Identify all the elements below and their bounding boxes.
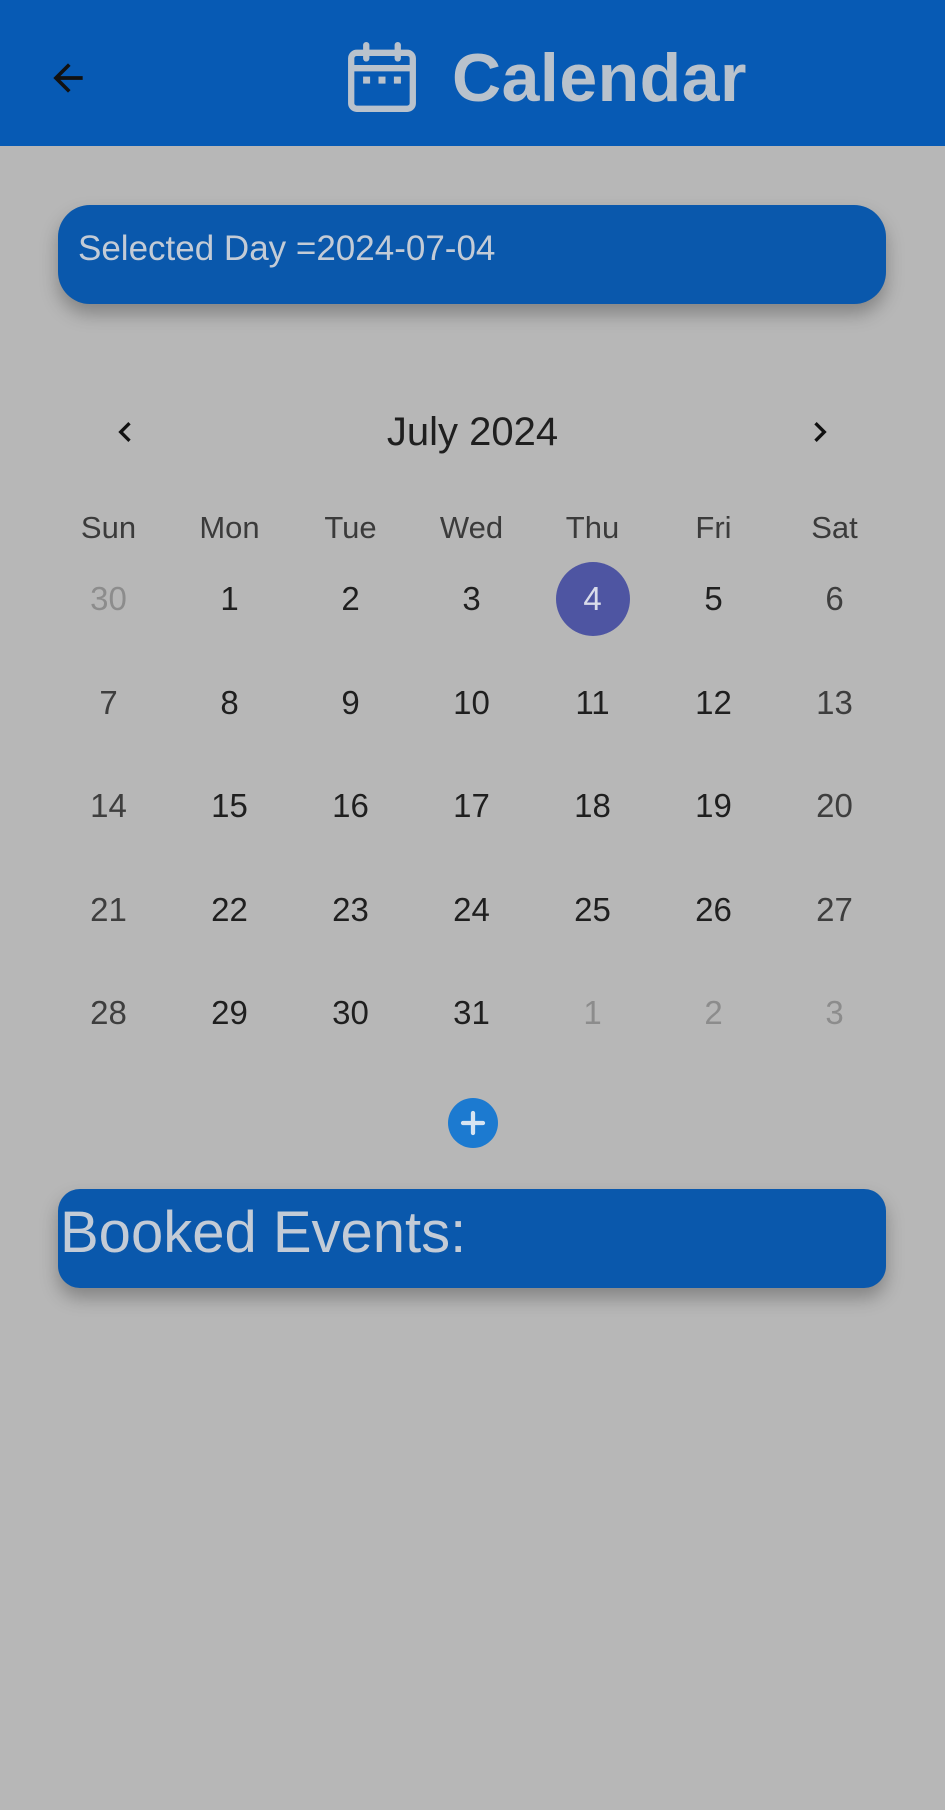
day-cell[interactable]: 10 <box>411 664 532 742</box>
day-cell[interactable]: 28 <box>48 974 169 1052</box>
day-cell[interactable]: 30 <box>48 560 169 638</box>
day-cell[interactable]: 3 <box>774 974 895 1052</box>
day-number: 8 <box>220 683 239 721</box>
booked-events-heading: Booked Events: <box>60 1200 467 1265</box>
day-number: 3 <box>825 994 844 1031</box>
day-number: 12 <box>695 683 732 721</box>
day-number: 30 <box>332 994 369 1031</box>
add-event-button[interactable] <box>448 1098 498 1148</box>
day-cell[interactable]: 25 <box>532 871 653 949</box>
weekday-label: Mon <box>199 510 260 545</box>
weekday-header: Sun Mon Tue Wed Thu Fri Sat <box>48 510 895 560</box>
weekday-label: Tue <box>324 510 377 545</box>
day-cell[interactable]: 27 <box>774 871 895 949</box>
day-cell[interactable]: 1 <box>532 974 653 1052</box>
day-number: 19 <box>695 787 732 824</box>
app-bar: Calendar <box>0 0 945 146</box>
calendar-icon <box>348 41 416 112</box>
day-number: 2 <box>704 994 723 1031</box>
day-cell[interactable]: 20 <box>774 767 895 845</box>
day-number: 27 <box>816 890 853 928</box>
day-number: 13 <box>816 683 853 721</box>
day-cell-selected[interactable]: 4 <box>532 560 653 638</box>
day-number: 28 <box>90 994 127 1031</box>
page-title: Calendar <box>452 40 747 116</box>
day-number: 18 <box>574 787 611 824</box>
day-number: 7 <box>99 683 118 721</box>
day-number: 4 <box>555 562 630 636</box>
selected-day-card: Selected Day =2024-07-04 <box>58 205 886 304</box>
day-number: 5 <box>704 580 723 617</box>
day-cell[interactable]: 13 <box>774 664 895 742</box>
day-number: 23 <box>332 890 369 928</box>
day-number: 16 <box>332 787 369 824</box>
day-number: 10 <box>453 683 490 721</box>
weekday-label: Fri <box>695 510 732 545</box>
day-number: 15 <box>211 787 248 824</box>
day-cell[interactable]: 26 <box>653 871 774 949</box>
day-number: 20 <box>816 787 853 824</box>
selected-day-label: Selected Day =2024-07-04 <box>78 229 496 268</box>
day-number: 6 <box>825 580 844 617</box>
chevron-right-icon <box>814 422 827 442</box>
day-number: 9 <box>341 683 360 721</box>
day-number: 24 <box>453 890 490 928</box>
day-cell[interactable]: 2 <box>653 974 774 1052</box>
day-cell[interactable]: 17 <box>411 767 532 845</box>
arrow-left-icon <box>53 63 83 93</box>
weekday-label: Sat <box>811 510 858 545</box>
weekday-label: Thu <box>565 510 620 545</box>
day-cell[interactable]: 18 <box>532 767 653 845</box>
day-cell[interactable]: 24 <box>411 871 532 949</box>
day-cell[interactable]: 14 <box>48 767 169 845</box>
day-cell[interactable]: 30 <box>290 974 411 1052</box>
day-cell[interactable]: 1 <box>169 560 290 638</box>
day-number: 30 <box>90 580 127 617</box>
day-cell[interactable]: 3 <box>411 560 532 638</box>
day-cell[interactable]: 22 <box>169 871 290 949</box>
month-header: July 2024 <box>0 400 945 464</box>
day-number: 11 <box>575 683 610 721</box>
day-cell[interactable]: 12 <box>653 664 774 742</box>
day-number: 22 <box>211 890 248 928</box>
plus-icon <box>460 1110 486 1136</box>
weekday-label: Sun <box>80 510 137 545</box>
day-cell[interactable]: 21 <box>48 871 169 949</box>
day-cell[interactable]: 2 <box>290 560 411 638</box>
back-button[interactable] <box>40 50 96 106</box>
day-number: 2 <box>341 580 360 617</box>
day-number: 26 <box>695 890 732 928</box>
day-cell[interactable]: 7 <box>48 664 169 742</box>
day-cell[interactable]: 9 <box>290 664 411 742</box>
day-number: 21 <box>90 890 127 928</box>
day-cell[interactable]: 31 <box>411 974 532 1052</box>
day-cell[interactable]: 16 <box>290 767 411 845</box>
day-cell[interactable]: 29 <box>169 974 290 1052</box>
day-number: 1 <box>583 994 602 1031</box>
day-cell[interactable]: 6 <box>774 560 895 638</box>
next-month-button[interactable] <box>796 408 844 456</box>
day-cell[interactable]: 5 <box>653 560 774 638</box>
booked-events-card: Booked Events: <box>58 1189 886 1288</box>
day-cell[interactable]: 8 <box>169 664 290 742</box>
weekday-label: Wed <box>439 510 504 545</box>
day-number: 17 <box>453 787 490 824</box>
day-number: 31 <box>453 994 490 1031</box>
day-number: 1 <box>220 580 239 617</box>
day-number: 25 <box>574 890 611 928</box>
day-number: 29 <box>211 994 248 1031</box>
day-cell[interactable]: 23 <box>290 871 411 949</box>
day-number: 14 <box>90 787 127 824</box>
day-cell[interactable]: 19 <box>653 767 774 845</box>
day-number: 3 <box>462 580 481 617</box>
app-title: Calendar <box>340 36 747 120</box>
day-cell[interactable]: 11 <box>532 664 653 742</box>
day-cell[interactable]: 15 <box>169 767 290 845</box>
